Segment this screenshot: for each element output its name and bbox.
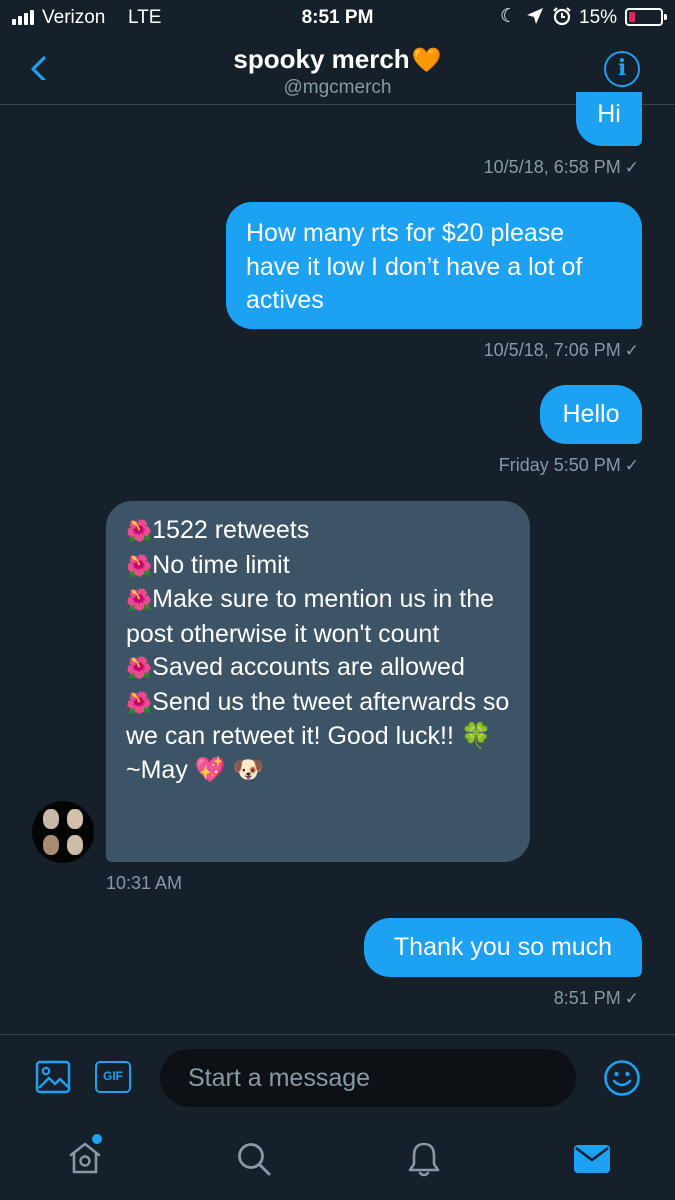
message-line: ~May 💖 🐶 [126,755,264,784]
message-text: How many rts for $20 please have it low … [246,219,583,314]
message-line: 🌺Saved accounts are allowed [126,653,465,681]
messages-icon[interactable] [573,1144,611,1174]
message-timestamp: Friday 5:50 PM ✓ [498,455,639,475]
moon-icon: ☾ [500,6,518,27]
message-text: Hi [597,100,621,128]
read-check-icon: ✓ [624,158,639,177]
message-timestamp: 10/5/18, 6:58 PM ✓ [483,157,639,177]
orange-heart-emoji: 🧡 [411,47,442,74]
message-bubble-outgoing[interactable]: Hello [540,385,642,444]
message-input[interactable]: Start a message [160,1049,576,1107]
info-icon[interactable]: i [604,51,640,87]
message-line: 🌺No time limit [126,550,290,579]
message-line: 🌺Send us the tweet afterwards so we can … [126,687,510,751]
message-timestamp: 10/5/18, 7:06 PM ✓ [483,340,639,360]
home-icon[interactable] [67,1140,103,1176]
message-bubble-outgoing[interactable]: How many rts for $20 please have it low … [226,202,642,329]
emoji-icon[interactable] [603,1059,641,1097]
hibiscus-emoji: 🌺 [126,691,153,715]
battery-icon [625,8,667,26]
message-bubble-outgoing[interactable]: Thank you so much [364,918,642,977]
status-time: 8:51 PM [301,7,374,28]
message-text: Hello [562,400,620,428]
read-check-icon: ✓ [624,989,639,1008]
conversation-name: spooky merch [233,44,410,74]
hibiscus-emoji: 🌺 [126,657,153,680]
alarm-icon [553,7,571,26]
notification-dot [92,1134,102,1144]
search-icon[interactable] [236,1141,272,1177]
location-arrow-icon [527,8,543,24]
status-bar: Verizon LTE 8:51 PM ☾ 15% [0,0,675,36]
message-line: 🌺1522 retweets [126,516,310,544]
message-timestamp: 8:51 PM ✓ [553,988,639,1008]
conversation-handle: @mgcmerch [283,77,392,98]
conversation-title: spooky merch🧡 @mgcmerch [0,44,675,99]
conversation-header: spooky merch🧡 @mgcmerch i [0,36,675,105]
read-check-icon: ✓ [624,456,639,475]
avatar[interactable] [32,801,94,863]
message-text: Thank you so much [393,933,613,961]
image-icon[interactable] [35,1060,71,1094]
battery-percent: 15% [579,7,618,28]
hibiscus-emoji: 🌺 [126,520,153,543]
gif-icon[interactable]: GIF [95,1061,131,1093]
read-check-icon: ✓ [624,341,639,360]
message-bubble-outgoing[interactable]: Hi [576,92,642,146]
message-timestamp: 10:31 AM [106,873,183,893]
notifications-icon[interactable] [406,1140,442,1178]
hibiscus-emoji: 🌺 [126,589,153,612]
hibiscus-emoji: 🌺 [126,554,153,578]
message-line: 🌺Make sure to mention us in the post oth… [126,585,495,648]
message-bubble-incoming[interactable]: 🌺1522 retweets 🌺No time limit 🌺Make sure… [106,501,530,862]
